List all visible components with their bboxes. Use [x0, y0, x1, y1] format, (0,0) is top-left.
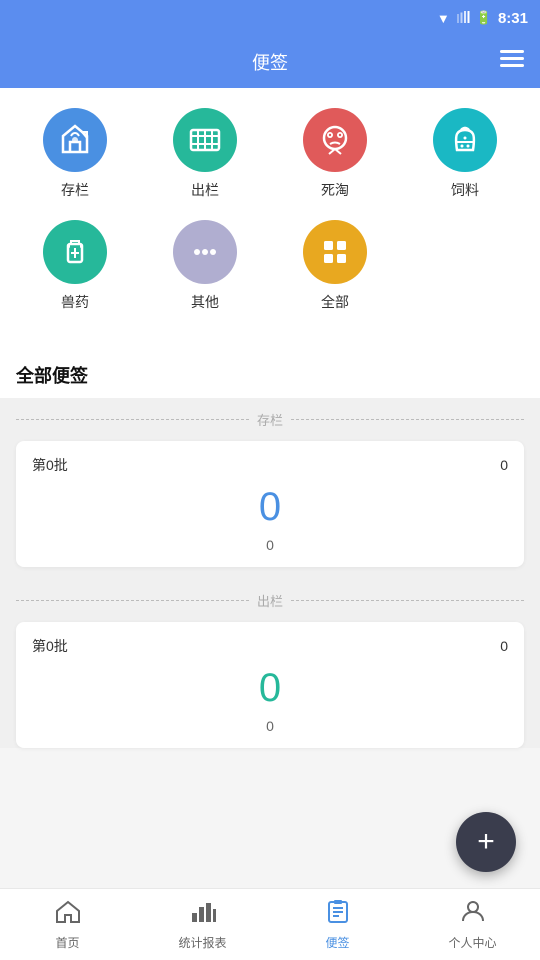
- chulang-sep-line-left: [16, 600, 249, 601]
- icon-siliao[interactable]: 饲料: [433, 108, 497, 200]
- menu-icon[interactable]: [500, 50, 524, 74]
- sep-line-right: [291, 419, 524, 420]
- shouyao-label: 兽药: [61, 292, 89, 312]
- icon-row-2: 兽药 其他 全部: [10, 220, 530, 312]
- icon-qita[interactable]: 其他: [173, 220, 237, 312]
- chulang-batch: 第0批: [32, 636, 68, 656]
- quanbu-label: 全部: [321, 292, 349, 312]
- icon-placeholder: [433, 220, 497, 312]
- cunlan-card-header: 第0批 0: [32, 455, 508, 475]
- shouyao-circle: [43, 220, 107, 284]
- person-icon: [460, 899, 486, 930]
- bottom-navigation: 首页 统计报表 便签: [0, 888, 540, 960]
- sitao-circle: [303, 108, 367, 172]
- nav-home[interactable]: 首页: [0, 899, 135, 951]
- all-notes-title: 全部便签: [0, 348, 540, 398]
- chart-icon: [190, 899, 216, 930]
- battery-icon: 🔋: [476, 10, 492, 26]
- add-icon: +: [477, 827, 495, 857]
- nav-stats[interactable]: 统计报表: [135, 899, 270, 951]
- siliao-circle: [433, 108, 497, 172]
- cunlan-card[interactable]: 第0批 0 0 0: [16, 441, 524, 567]
- signal-icon: [456, 10, 470, 27]
- icon-sitao[interactable]: 死淘: [303, 108, 367, 200]
- chulang-sep-label: 出栏: [257, 591, 283, 610]
- status-time: 8:31: [498, 10, 528, 27]
- cunlan-separator: 存栏: [0, 398, 540, 441]
- add-fab[interactable]: +: [456, 812, 516, 872]
- cunlan-batch: 第0批: [32, 455, 68, 475]
- cunlan-label: 存栏: [61, 180, 89, 200]
- chulang-main-number: 0: [32, 668, 508, 708]
- icon-row-1: 存栏 出栏: [10, 108, 530, 200]
- home-icon: [55, 899, 81, 930]
- notepad-icon: [325, 899, 351, 930]
- cunlan-main-number: 0: [32, 487, 508, 527]
- home-label: 首页: [55, 934, 79, 951]
- cunlan-count: 0: [500, 457, 508, 473]
- chulang-sep-line-right: [291, 600, 524, 601]
- notes-content: 全部便签 存栏 第0批 0 0 0 出栏 第0批 0 0 0: [0, 348, 540, 748]
- sep-line-left: [16, 419, 249, 420]
- notes-nav-label: 便签: [325, 934, 349, 951]
- cunlan-sub-number: 0: [32, 537, 508, 553]
- cunlan-circle: [43, 108, 107, 172]
- wifi-icon: ▼: [437, 11, 450, 26]
- status-bar: ▼ 🔋 8:31: [0, 0, 540, 36]
- cunlan-sep-label: 存栏: [257, 410, 283, 429]
- qita-circle: [173, 220, 237, 284]
- chulang-circle: [173, 108, 237, 172]
- profile-label: 个人中心: [448, 934, 496, 951]
- siliao-label: 饲料: [451, 180, 479, 200]
- sitao-label: 死淘: [321, 180, 349, 200]
- chulang-label: 出栏: [191, 180, 219, 200]
- icon-chulang[interactable]: 出栏: [173, 108, 237, 200]
- chulang-card[interactable]: 第0批 0 0 0: [16, 622, 524, 748]
- stats-label: 统计报表: [178, 934, 226, 951]
- app-header: 便签: [0, 36, 540, 88]
- chulang-sub-number: 0: [32, 718, 508, 734]
- icon-quanbu[interactable]: 全部: [303, 220, 367, 312]
- chulang-count: 0: [500, 638, 508, 654]
- icon-grid: 存栏 出栏: [0, 88, 540, 348]
- quanbu-circle: [303, 220, 367, 284]
- chulang-card-header: 第0批 0: [32, 636, 508, 656]
- icon-shouyao[interactable]: 兽药: [43, 220, 107, 312]
- chulang-separator: 出栏: [0, 579, 540, 622]
- header-title: 便签: [252, 49, 288, 75]
- icon-cunlan[interactable]: 存栏: [43, 108, 107, 200]
- nav-notes[interactable]: 便签: [270, 899, 405, 951]
- nav-profile[interactable]: 个人中心: [405, 899, 540, 951]
- qita-label: 其他: [191, 292, 219, 312]
